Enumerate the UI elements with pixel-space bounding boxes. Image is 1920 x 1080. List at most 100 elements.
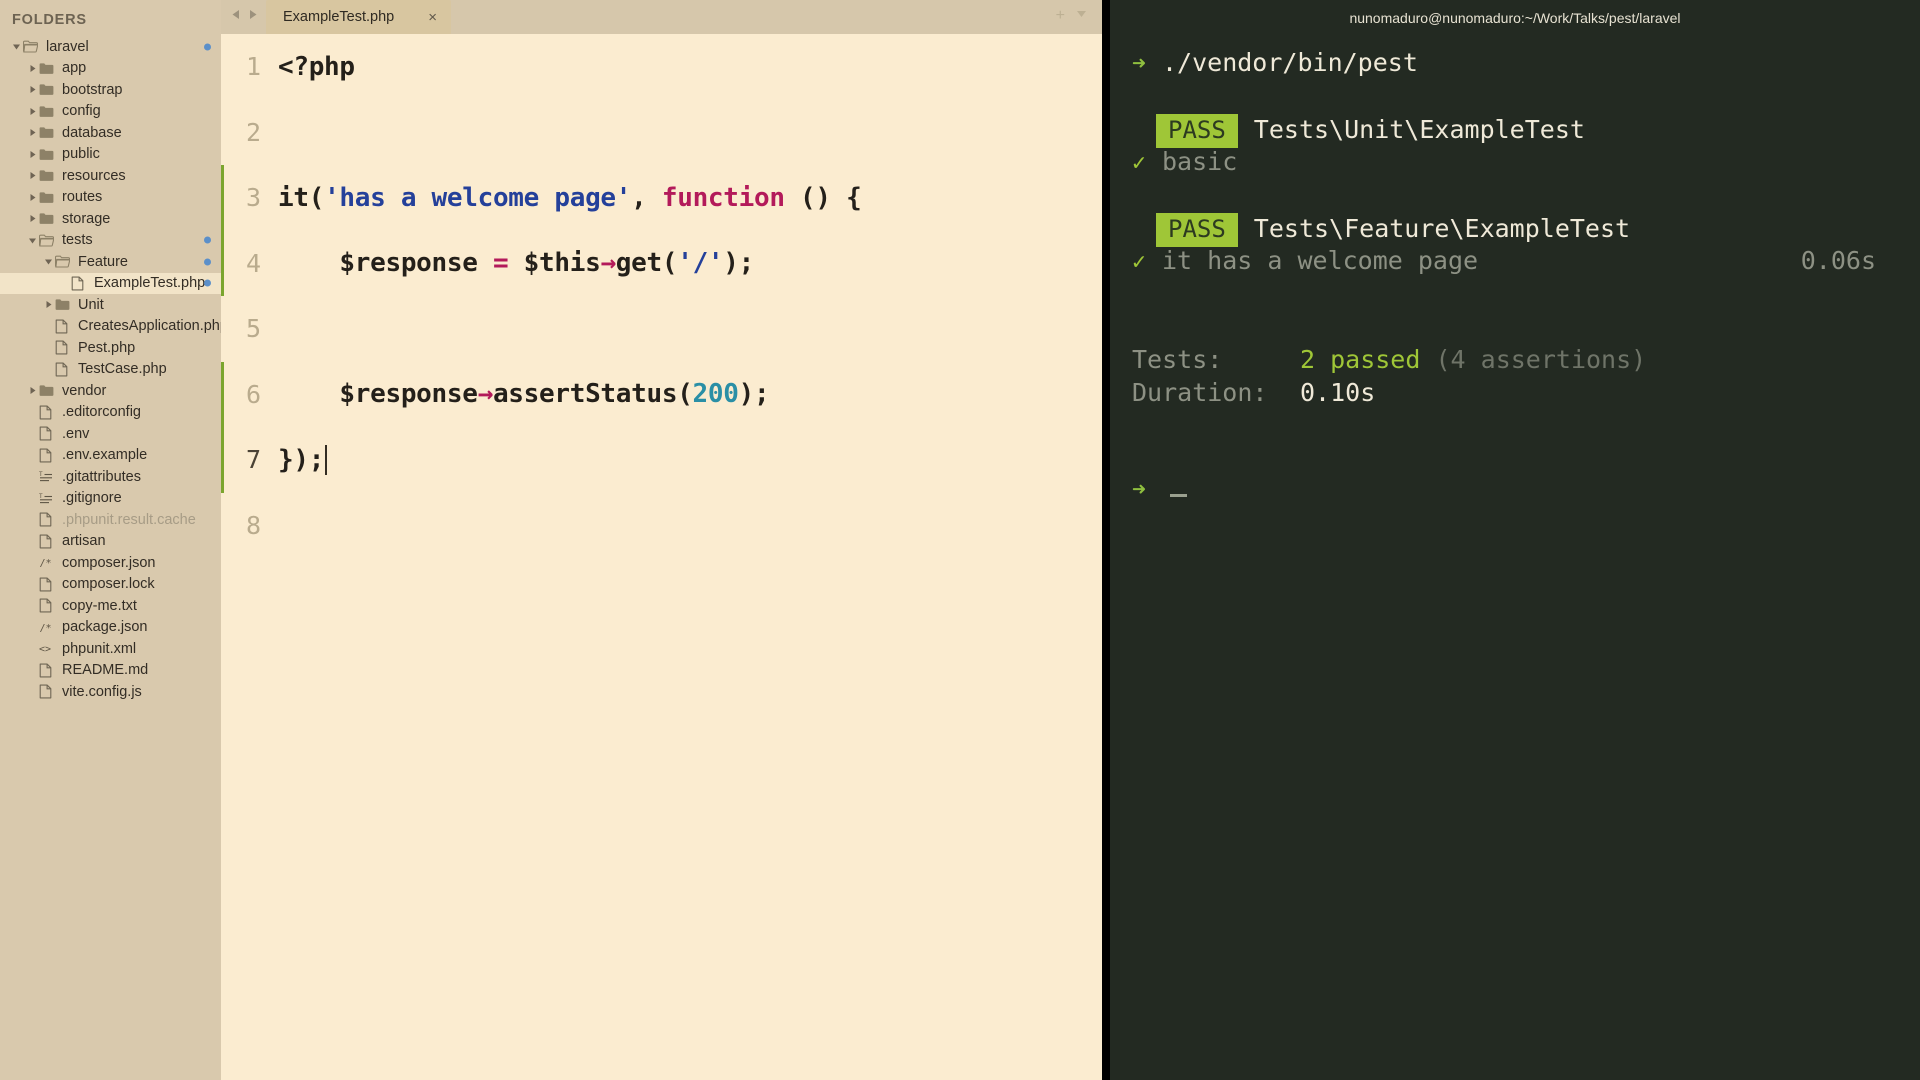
tree-item-vite-config-js[interactable]: vite.config.js <box>0 681 221 703</box>
chevron-down-icon[interactable] <box>42 257 55 266</box>
tree-item-createsapplication-php[interactable]: CreatesApplication.php <box>0 316 221 338</box>
token-kw: function <box>662 183 785 213</box>
folder-open-icon <box>23 40 42 53</box>
nav-next-icon[interactable] <box>247 7 258 25</box>
tree-item-testcase-php[interactable]: TestCase.php <box>0 359 221 381</box>
tree-item-laravel[interactable]: laravel <box>0 36 221 58</box>
terminal-pane[interactable]: nunomaduro@nunomaduro:~/Work/Talks/pest/… <box>1102 0 1920 1080</box>
chevron-right-icon[interactable] <box>26 64 39 73</box>
code-editor[interactable]: 1<?php23it('has a welcome page', functio… <box>221 34 1102 1080</box>
tree-item-config[interactable]: config <box>0 101 221 123</box>
tree-item-resources[interactable]: resources <box>0 165 221 187</box>
spacer <box>1132 444 1920 477</box>
line-number: 1 <box>221 52 278 81</box>
test-name: it has a welcome page <box>1162 246 1478 275</box>
tab-nav-arrows[interactable] <box>221 7 266 34</box>
test-duration: 0.06s <box>1801 246 1920 275</box>
close-icon[interactable]: × <box>428 10 437 25</box>
nav-prev-icon[interactable] <box>231 7 242 25</box>
text-caret <box>325 445 327 475</box>
tree-item-exampletest-php[interactable]: ExampleTest.php <box>0 273 221 295</box>
terminal-cursor <box>1170 494 1187 497</box>
tree-item-copy-me-txt[interactable]: copy-me.txt <box>0 595 221 617</box>
tree-item-storage[interactable]: storage <box>0 208 221 230</box>
tree-item-phpunit-result-cache[interactable]: .phpunit.result.cache <box>0 509 221 531</box>
new-tab-icon[interactable]: + <box>1056 7 1065 25</box>
tree-item-env-example[interactable]: .env.example <box>0 445 221 467</box>
line-number: 5 <box>221 314 278 343</box>
prompt-arrow-icon: ➜ <box>1132 477 1162 503</box>
token-num: 200 <box>693 379 739 409</box>
tree-item-readme-md[interactable]: README.md <box>0 660 221 682</box>
tree-item-package-json[interactable]: /*package.json <box>0 617 221 639</box>
chevron-right-icon[interactable] <box>26 85 39 94</box>
summary-duration-label: Duration: <box>1132 378 1300 407</box>
config-icon: T <box>39 470 58 483</box>
code-line[interactable]: 8 <box>221 493 1102 559</box>
tree-item-gitignore[interactable]: T.gitignore <box>0 488 221 510</box>
chevron-down-icon[interactable] <box>26 236 39 245</box>
code-line[interactable]: 7}); <box>221 427 1102 493</box>
change-marker <box>221 100 224 166</box>
app-window: FOLDERS laravel appbootstrap config databas… <box>0 0 1920 1080</box>
code-line[interactable]: 1<?php <box>221 34 1102 100</box>
tree-item-routes[interactable]: routes <box>0 187 221 209</box>
tree-item-env[interactable]: .env <box>0 423 221 445</box>
file-icon <box>39 684 58 699</box>
tree-item-bootstrap[interactable]: bootstrap <box>0 79 221 101</box>
check-icon: ✓ <box>1132 150 1162 176</box>
chevron-down-icon[interactable] <box>10 42 23 51</box>
tree-item-database[interactable]: database <box>0 122 221 144</box>
chevron-right-icon[interactable] <box>26 193 39 202</box>
tree-item-editorconfig[interactable]: .editorconfig <box>0 402 221 424</box>
tree-item-tests[interactable]: tests <box>0 230 221 252</box>
code-text: it('has a welcome page', function () { <box>278 183 861 213</box>
tree-item-gitattributes[interactable]: T .gitattributes <box>0 466 221 488</box>
tree-item-label: .editorconfig <box>58 404 141 420</box>
file-explorer-sidebar: FOLDERS laravel appbootstrap config databas… <box>0 0 221 1080</box>
folder-icon <box>39 384 58 397</box>
code-line[interactable]: 3it('has a welcome page', function () { <box>221 165 1102 231</box>
chevron-right-icon[interactable] <box>26 107 39 116</box>
folders-header: FOLDERS <box>0 10 221 36</box>
code-line[interactable]: 4 $response = $this→get('/'); <box>221 231 1102 297</box>
file-icon <box>39 448 58 463</box>
file-tree[interactable]: laravelappbootstrapconfigdatabasepublicr… <box>0 36 221 703</box>
tree-item-composer-lock[interactable]: composer.lock <box>0 574 221 596</box>
code-line[interactable]: 6 $response→assertStatus(200); <box>221 362 1102 428</box>
file-icon <box>55 340 74 355</box>
tree-item-label: config <box>58 103 101 119</box>
code-line[interactable]: 5 <box>221 296 1102 362</box>
code-line[interactable]: 2 <box>221 100 1102 166</box>
chevron-down-icon[interactable] <box>1075 7 1088 25</box>
chevron-right-icon[interactable] <box>26 214 39 223</box>
chevron-right-icon[interactable] <box>26 128 39 137</box>
token-plain: assertStatus( <box>493 379 693 409</box>
tree-item-pest-php[interactable]: Pest.php <box>0 337 221 359</box>
tree-item-composer-json[interactable]: /*composer.json <box>0 552 221 574</box>
chevron-right-icon[interactable] <box>26 171 39 180</box>
status-badge: PASS <box>1156 213 1238 247</box>
tree-item-label: laravel <box>42 39 89 55</box>
tree-item-public[interactable]: public <box>0 144 221 166</box>
chevron-right-icon[interactable] <box>26 150 39 159</box>
spacer <box>1132 81 1920 114</box>
svg-text:T: T <box>39 493 43 500</box>
tree-item-unit[interactable]: Unit <box>0 294 221 316</box>
tab-exampletest-php[interactable]: ExampleTest.php × <box>266 0 451 34</box>
tree-item-label: .gitattributes <box>58 469 141 485</box>
tab-bar-actions[interactable]: + <box>1056 7 1102 34</box>
svg-text:T: T <box>39 471 43 478</box>
code-lines[interactable]: 1<?php23it('has a welcome page', functio… <box>221 34 1102 558</box>
tree-item-vendor[interactable]: vendor <box>0 380 221 402</box>
change-marker <box>221 493 224 559</box>
tree-item-feature[interactable]: Feature <box>0 251 221 273</box>
folder-open-icon <box>39 234 58 247</box>
token-plain: () { <box>785 183 862 213</box>
chevron-right-icon[interactable] <box>42 300 55 309</box>
tree-item-phpunit-xml[interactable]: <>phpunit.xml <box>0 638 221 660</box>
chevron-right-icon[interactable] <box>26 386 39 395</box>
tree-item-artisan[interactable]: artisan <box>0 531 221 553</box>
terminal-next-prompt[interactable]: ➜ <box>1132 477 1920 510</box>
tree-item-app[interactable]: app <box>0 58 221 80</box>
